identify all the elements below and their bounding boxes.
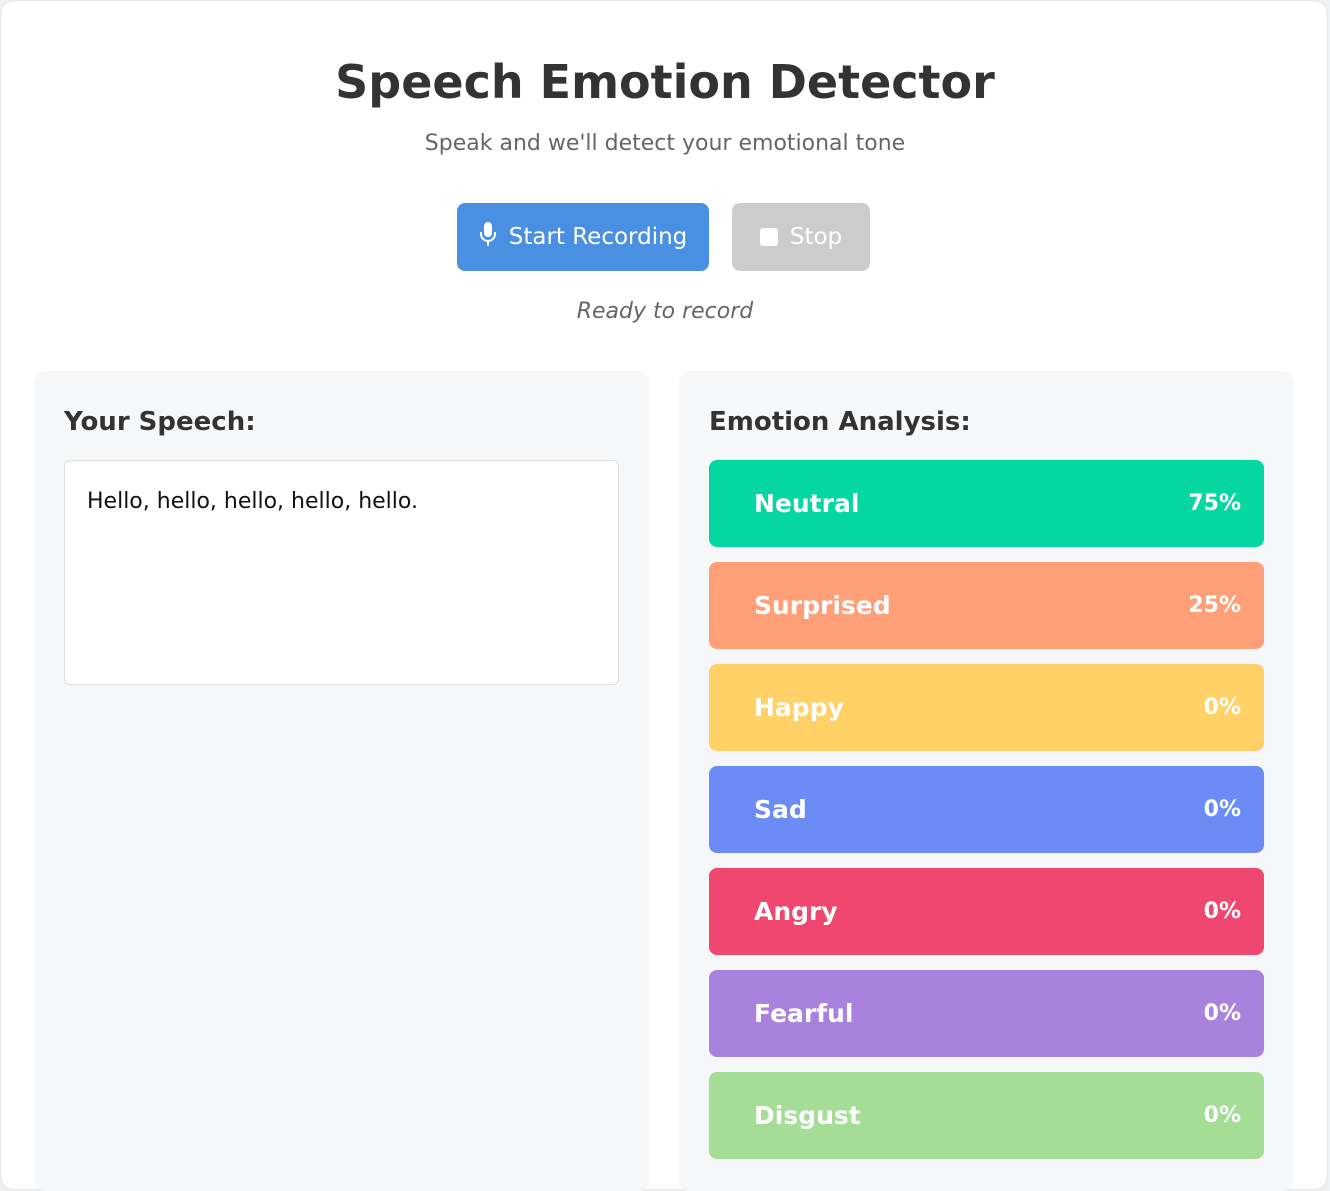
emotion-percent: 0% [1203,797,1241,822]
microphone-icon [479,221,497,253]
emotion-row-surprised: Surprised 25% [709,562,1264,649]
emotion-name: Angry [754,897,838,926]
transcript-box: Hello, hello, hello, hello, hello. [64,460,619,685]
emotion-percent: 75% [1188,491,1241,516]
page-title: Speech Emotion Detector [335,55,995,109]
emotion-name: Happy [754,693,844,722]
emotion-row-sad: Sad 0% [709,766,1264,853]
emotion-row-disgust: Disgust 0% [709,1072,1264,1159]
emotion-percent: 0% [1203,1103,1241,1128]
emotion-row-angry: Angry 0% [709,868,1264,955]
stop-label: Stop [789,224,843,250]
emotion-name: Disgust [754,1101,861,1130]
speech-heading: Your Speech: [64,407,256,437]
start-recording-button[interactable]: Start Recording [457,203,709,271]
app-card: Speech Emotion Detector Speak and we'll … [0,0,1328,1191]
emotion-percent: 0% [1203,899,1241,924]
emotion-percent: 25% [1188,593,1241,618]
emotion-analysis-heading: Emotion Analysis: [709,407,971,437]
stop-square-icon [759,228,778,246]
emotion-name: Surprised [754,591,891,620]
stop-button[interactable]: Stop [732,203,870,271]
emotion-row-happy: Happy 0% [709,664,1264,751]
emotion-percent: 0% [1203,695,1241,720]
emotion-name: Fearful [754,999,854,1028]
emotion-list: Neutral 75% Surprised 25% Happy 0% Sad 0% Angry 0… [709,460,1264,1174]
emotion-row-fearful: Fearful 0% [709,970,1264,1057]
emotion-name: Sad [754,795,807,824]
emotion-analysis-panel: Emotion Analysis: Neutral 75% Surprised 25%… [679,371,1294,1191]
emotion-row-neutral: Neutral 75% [709,460,1264,547]
start-recording-label: Start Recording [508,224,688,250]
emotion-percent: 0% [1203,1001,1241,1026]
recording-status: Ready to record [576,299,754,324]
page-subtitle: Speak and we'll detect your emotional to… [424,131,906,156]
emotion-name: Neutral [754,489,860,518]
speech-panel: Your Speech: Hello, hello, hello, hello,… [34,371,649,1191]
